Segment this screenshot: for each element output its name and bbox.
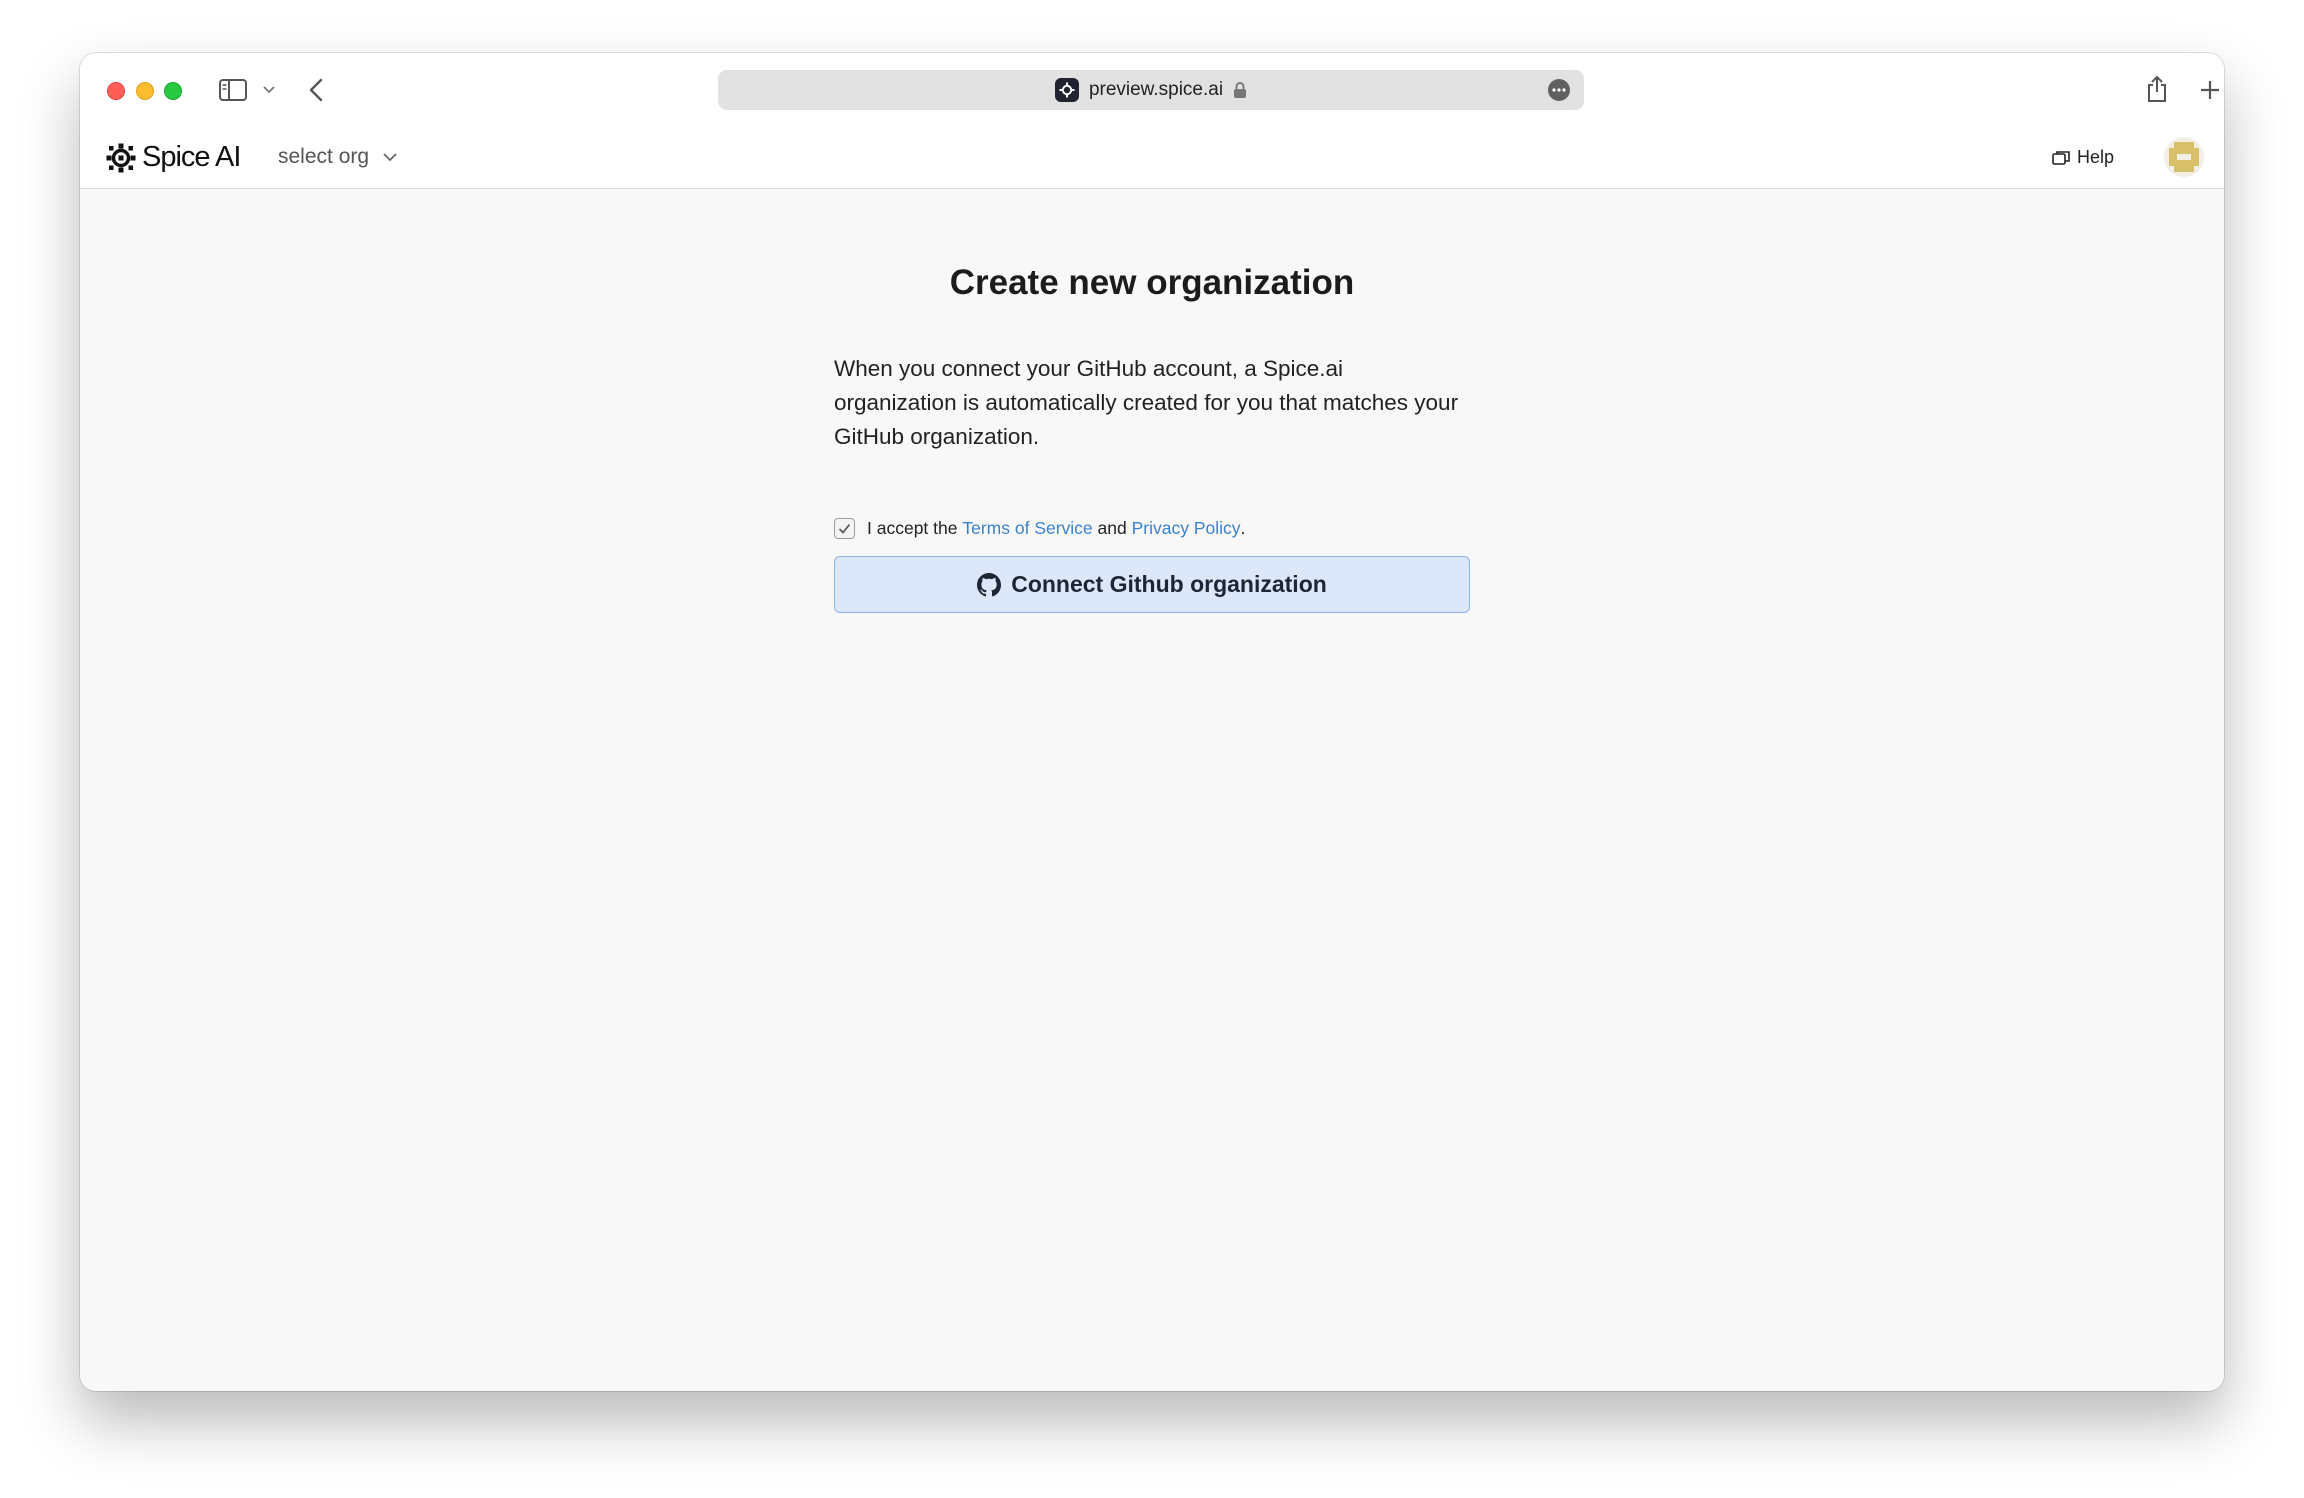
page-menu-icon[interactable] <box>1548 79 1570 101</box>
browser-toolbar: preview.spice.ai <box>80 53 2224 125</box>
help-label: Help <box>2076 147 2114 167</box>
privacy-policy-link[interactable]: Privacy Policy <box>1132 518 1241 539</box>
brand-logo[interactable]: Spice AI <box>106 141 241 174</box>
chevron-down-icon[interactable] <box>261 83 277 97</box>
share-icon[interactable] <box>2144 73 2170 105</box>
connect-github-button[interactable]: Connect Github organization <box>834 556 1470 613</box>
terms-acceptance: I accept the Terms of Service and Privac… <box>834 518 1245 539</box>
avatar[interactable] <box>2164 137 2204 177</box>
accept-and-text: and <box>1097 518 1127 538</box>
help-link[interactable]: Help <box>2052 147 2114 168</box>
page-title: Create new organization <box>949 263 1355 302</box>
new-tab-icon[interactable] <box>2198 78 2222 102</box>
connect-github-label: Connect Github organization <box>1011 571 1327 597</box>
address-bar[interactable]: preview.spice.ai <box>718 70 1584 110</box>
checkmark-icon <box>838 523 851 534</box>
description-text: When you connect your GitHub account, a … <box>834 356 1459 449</box>
accept-terms-checkbox[interactable] <box>834 518 855 539</box>
sidebar-toggle-icon[interactable] <box>218 77 248 103</box>
accept-suffix-text: . <box>1240 518 1246 538</box>
back-arrow-icon[interactable] <box>306 76 326 104</box>
site-favicon-icon <box>1054 78 1079 102</box>
github-icon <box>977 572 1002 597</box>
main-content: Create new organization When you connect… <box>80 190 2224 1391</box>
zoom-window-button[interactable] <box>164 82 182 100</box>
close-window-button[interactable] <box>107 82 125 100</box>
url-text: preview.spice.ai <box>1088 79 1224 100</box>
chevron-down-icon <box>383 152 397 162</box>
terms-of-service-link[interactable]: Terms of Service <box>962 518 1092 539</box>
org-select-label: select org <box>278 145 370 168</box>
minimize-window-button[interactable] <box>136 82 154 100</box>
lock-icon <box>1233 81 1247 99</box>
accept-prefix-text: I accept the <box>867 518 958 538</box>
external-docs-icon <box>2052 150 2070 166</box>
app-header: Spice AI select org Help <box>80 125 2224 189</box>
browser-window: preview.spice.ai Spice AI select org Hel… <box>80 53 2224 1391</box>
spice-logo-icon <box>106 143 136 172</box>
org-select-dropdown[interactable]: select org <box>278 145 397 169</box>
brand-name: Spice AI <box>142 141 241 173</box>
